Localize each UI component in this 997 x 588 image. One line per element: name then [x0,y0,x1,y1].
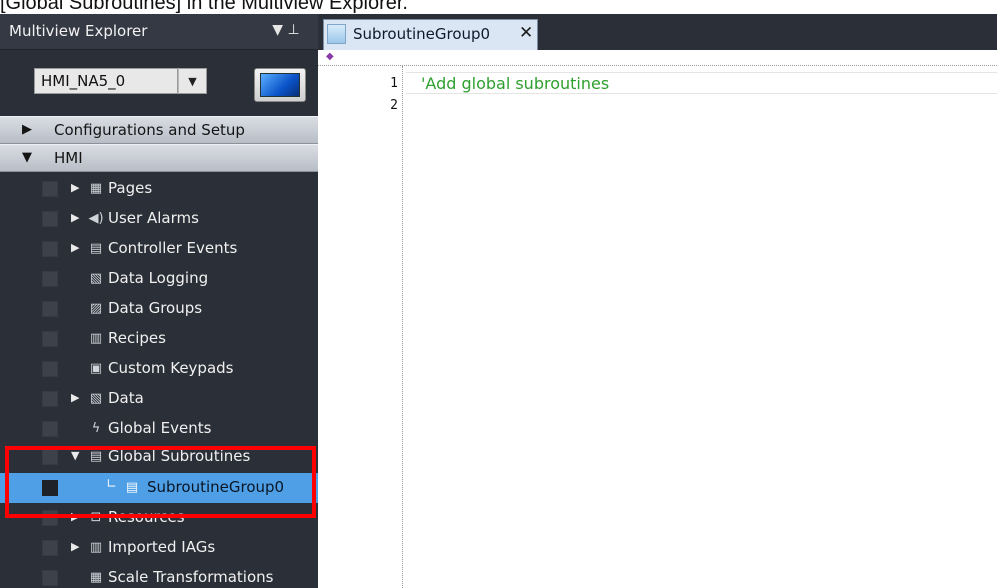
tree-checkbox[interactable] [42,570,58,586]
tree-item-global-subroutines[interactable]: ▼ ▤ Global Subroutines [0,442,318,472]
tree-item-scale-transformations[interactable]: ▦ Scale Transformations [0,563,318,588]
code-line[interactable]: 'Add global subroutines [421,74,609,93]
editor-tab-bar: SubroutineGroup0 ✕ [318,14,997,50]
chevron-down-icon[interactable]: ▼ [178,68,207,94]
tree-item-label: Recipes [108,329,166,347]
tree-item-imported-iags[interactable]: ▶ ▥ Imported IAGs [0,533,318,563]
scale-icon: ▦ [89,570,103,585]
data-icon: ▧ [89,391,103,406]
breakpoint-marker-icon: ◆ [326,51,334,62]
tree-item-label: Data Groups [108,299,203,317]
recipes-icon: ▥ [89,331,103,346]
lightning-icon: ϟ [91,421,101,436]
tree-item-label: Imported IAGs [108,538,216,556]
section-hmi[interactable]: ▼ HMI [0,144,318,172]
tree-item-label: Global Subroutines [108,447,251,465]
close-icon[interactable]: ✕ [519,23,533,43]
expand-arrow-icon[interactable]: ▶ [22,122,32,137]
tree-checkbox[interactable] [42,510,58,526]
tree-item-pages[interactable]: ▶ ▦ Pages [0,174,318,204]
tab-label: SubroutineGroup0 [353,25,491,43]
gutter-divider [402,66,403,588]
tree-checkbox[interactable] [42,181,58,197]
page-caption: [Global Subroutines] in the Multiview Ex… [0,0,408,14]
tree-item-label: SubroutineGroup0 [147,478,285,496]
explorer-title-bar: Multiview Explorer ▼ ⊥ [0,14,318,50]
tree-item-subroutinegroup0[interactable]: ∟ ▤ SubroutineGroup0 [0,473,318,503]
tree-checkbox[interactable] [42,480,58,496]
tree-checkbox[interactable] [42,540,58,556]
expand-arrow-icon[interactable]: ▶ [71,211,79,224]
tree-item-recipes[interactable]: ▥ Recipes [0,324,318,354]
monitor-screen [260,73,300,97]
section-label: Configurations and Setup [54,121,245,139]
expand-arrow-icon[interactable]: ▶ [71,540,79,553]
tree-elbow-connector: ∟ [106,477,117,492]
pages-icon: ▦ [89,181,103,196]
tree-item-global-events[interactable]: ϟ Global Events [0,414,318,444]
tree-item-label: Scale Transformations [108,568,274,586]
subroutine-file-icon: ▤ [125,480,139,495]
tree-item-label: Data [108,389,144,407]
tree-checkbox[interactable] [42,241,58,257]
tree-item-user-alarms[interactable]: ▶ ◀) User Alarms [0,204,318,234]
tree-item-label: Custom Keypads [108,359,234,377]
tree-item-label: Resources [108,508,185,526]
expand-arrow-icon[interactable]: ▶ [71,510,79,523]
tree-checkbox[interactable] [42,271,58,287]
tree-checkbox[interactable] [42,421,58,437]
tree-item-data-groups[interactable]: ▨ Data Groups [0,294,318,324]
tree-checkbox[interactable] [42,211,58,227]
device-row: HMI_NA5_0 ▼ [0,50,318,112]
expand-arrow-icon[interactable]: ▶ [71,241,79,254]
subroutines-icon: ▤ [89,449,103,464]
tree-item-controller-events[interactable]: ▶ ▤ Controller Events [0,234,318,264]
tree-item-data[interactable]: ▶ ▧ Data [0,384,318,414]
explorer-title: Multiview Explorer [9,22,148,40]
line-number: 1 [390,76,398,91]
iag-icon: ▥ [89,540,103,555]
speaker-icon: ◀) [88,211,104,226]
code-editor[interactable]: ◆ 1 2 'Add global subroutines [318,50,997,588]
editor-ruler: ◆ [318,50,997,66]
multiview-explorer: Multiview Explorer ▼ ⊥ HMI_NA5_0 ▼ ▶ Con… [0,14,318,588]
section-label: HMI [54,149,83,167]
device-select[interactable]: HMI_NA5_0 [34,68,178,94]
tree-checkbox[interactable] [42,449,58,465]
resources-icon: ⊡ [90,510,102,525]
data-groups-icon: ▨ [89,301,103,316]
collapse-arrow-icon[interactable]: ▼ [22,150,32,165]
line-number: 2 [390,98,398,113]
tree-item-label: Controller Events [108,239,238,257]
tree-item-resources[interactable]: ▶ ⊡ Resources [0,503,318,533]
tree-item-label: User Alarms [108,209,199,227]
tree-item-data-logging[interactable]: ▧ Data Logging [0,264,318,294]
tree-checkbox[interactable] [42,301,58,317]
pin-icon[interactable]: ▼ ⊥ [268,22,304,38]
tree-checkbox[interactable] [42,391,58,407]
tree-item-label: Pages [108,179,153,197]
tree-item-custom-keypads[interactable]: ▣ Custom Keypads [0,354,318,384]
tree-item-label: Global Events [108,419,212,437]
subroutine-file-icon [327,24,346,44]
section-configurations-and-setup[interactable]: ▶ Configurations and Setup [0,116,318,144]
hmi-monitor-icon[interactable] [254,68,306,102]
keypad-icon: ▣ [89,361,103,376]
tree-checkbox[interactable] [42,361,58,377]
collapse-arrow-icon[interactable]: ▼ [71,449,79,462]
expand-arrow-icon[interactable]: ▶ [71,391,79,404]
tree-checkbox[interactable] [42,331,58,347]
controller-events-icon: ▤ [89,241,103,256]
data-logging-icon: ▧ [89,271,103,286]
tab-subroutinegroup0[interactable]: SubroutineGroup0 ✕ [323,19,538,50]
expand-arrow-icon[interactable]: ▶ [71,181,79,194]
tree-item-label: Data Logging [108,269,209,287]
